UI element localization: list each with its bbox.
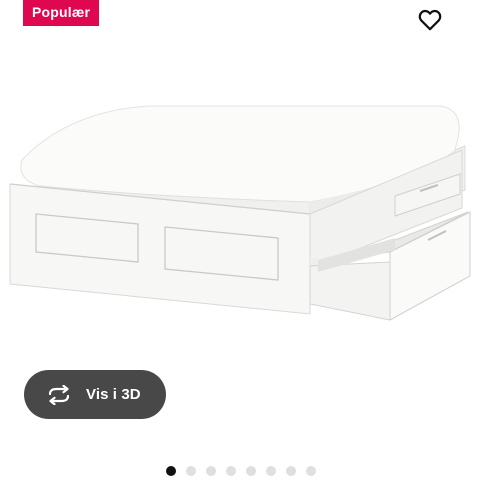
popular-badge: Populær xyxy=(23,0,100,26)
carousel-dot-5[interactable] xyxy=(246,466,256,476)
carousel-dot-3[interactable] xyxy=(206,466,216,476)
rotate-arrows-icon xyxy=(45,384,73,405)
view-in-3d-label: Vis i 3D xyxy=(86,386,141,403)
favorite-button[interactable] xyxy=(416,8,444,36)
carousel-dot-7[interactable] xyxy=(286,466,296,476)
carousel-dot-6[interactable] xyxy=(266,466,276,476)
view-in-3d-button[interactable]: Vis i 3D xyxy=(24,370,166,419)
carousel-indicator xyxy=(166,466,316,476)
carousel-dot-4[interactable] xyxy=(226,466,236,476)
carousel-dot-1[interactable] xyxy=(166,466,176,476)
carousel-dot-2[interactable] xyxy=(186,466,196,476)
product-image-bed xyxy=(0,90,480,330)
heart-outline-icon xyxy=(418,9,442,36)
carousel-dot-8[interactable] xyxy=(306,466,316,476)
